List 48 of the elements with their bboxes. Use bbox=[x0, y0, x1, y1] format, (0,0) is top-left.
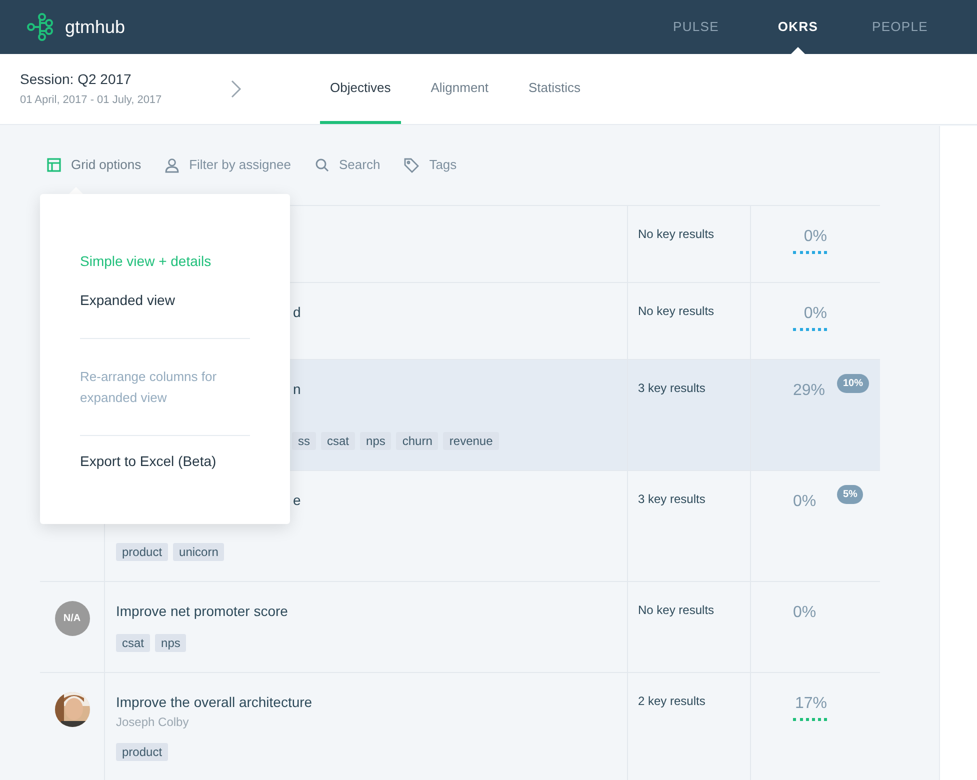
key-results-count: No key results bbox=[638, 226, 716, 243]
progress-percent: 17% bbox=[794, 694, 827, 714]
owner-name: Joseph Colby bbox=[116, 714, 190, 730]
tag-chip[interactable]: nps bbox=[155, 634, 186, 652]
tag-chip[interactable]: product bbox=[116, 743, 168, 761]
key-results-count: 3 key results bbox=[638, 491, 706, 508]
tag-chip[interactable]: product bbox=[116, 543, 168, 561]
menu-item[interactable]: Expanded view bbox=[80, 281, 250, 320]
toolbar-button[interactable]: Filter by assignee bbox=[165, 155, 291, 175]
tag-chip[interactable]: churn bbox=[396, 432, 438, 450]
session-title: Session: Q2 2017 bbox=[20, 70, 132, 90]
tag-chip[interactable]: csat bbox=[116, 634, 150, 652]
avatar: N/A bbox=[54, 601, 90, 636]
tab[interactable]: Statistics bbox=[518, 54, 591, 124]
key-results-count: 2 key results bbox=[638, 693, 706, 710]
toolbar-button[interactable]: Tags bbox=[404, 155, 457, 175]
tag-chip[interactable]: unicorn bbox=[173, 543, 224, 561]
tag-icon bbox=[404, 158, 420, 172]
tag-chip[interactable]: csat bbox=[321, 432, 356, 450]
app-name: gtmhub bbox=[65, 16, 126, 39]
progress-percent: 29% bbox=[793, 381, 826, 401]
key-results-count: No key results bbox=[638, 602, 716, 619]
search-icon bbox=[314, 158, 329, 172]
tab[interactable]: Alignment bbox=[420, 54, 499, 124]
objective-title[interactable]: Improve net promoter score bbox=[116, 601, 627, 621]
change-badge: 10% bbox=[837, 374, 870, 393]
key-results-count: 3 key results bbox=[638, 380, 706, 397]
progress-percent: 0% bbox=[804, 227, 827, 247]
toolbar-button[interactable]: Grid options bbox=[47, 155, 142, 175]
progress-percent: 0% bbox=[793, 603, 816, 623]
table-row[interactable]: N/A Improve net promoter score csat nps No key results 0% bbox=[40, 582, 880, 673]
chevron-right-icon[interactable] bbox=[230, 79, 242, 99]
nav-tab[interactable]: PULSE bbox=[645, 0, 747, 54]
nav-tab[interactable]: PEOPLE bbox=[849, 0, 951, 54]
progress-percent: 0% bbox=[793, 492, 816, 512]
person-icon bbox=[165, 158, 180, 172]
toolbar-button[interactable]: Search bbox=[314, 155, 380, 175]
tab[interactable]: Objectives bbox=[320, 54, 401, 124]
logo-icon bbox=[27, 13, 53, 41]
progress-percent: 0% bbox=[804, 304, 827, 324]
tag-chip[interactable]: nps bbox=[360, 432, 392, 450]
tag-chip[interactable]: revenue bbox=[443, 432, 499, 450]
objective-title[interactable]: Improve the overall architecture bbox=[116, 692, 627, 712]
tag-chip[interactable]: ss bbox=[292, 432, 316, 450]
grid-icon bbox=[47, 158, 61, 172]
key-results-count: No key results bbox=[638, 303, 716, 320]
session-dates: 01 April, 2017 - 01 July, 2017 bbox=[20, 93, 163, 108]
change-badge: 5% bbox=[837, 485, 864, 504]
